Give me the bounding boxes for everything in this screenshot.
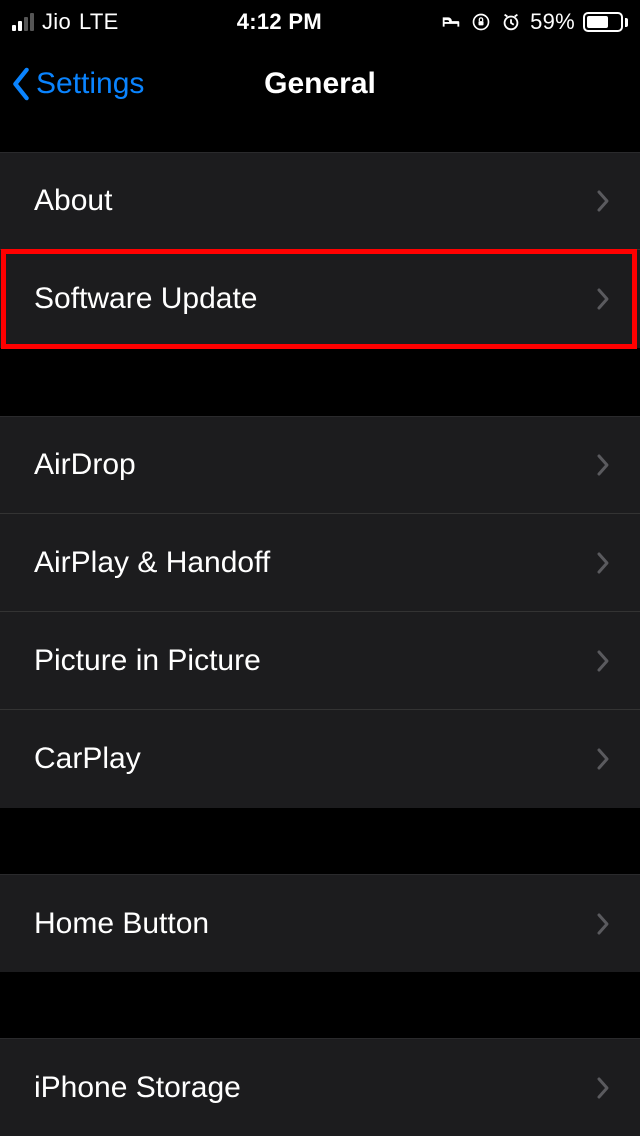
cell-iphone-storage[interactable]: iPhone Storage bbox=[0, 1038, 640, 1136]
back-label: Settings bbox=[36, 67, 144, 101]
cell-about[interactable]: About bbox=[0, 152, 640, 250]
nav-bar: Settings General bbox=[0, 44, 640, 124]
battery-icon bbox=[583, 12, 628, 32]
signal-icon bbox=[12, 13, 34, 31]
status-right: 59% bbox=[440, 9, 628, 35]
cell-label: CarPlay bbox=[34, 742, 596, 776]
clock: 4:12 PM bbox=[237, 9, 322, 35]
carrier-label: Jio bbox=[42, 9, 71, 35]
chevron-right-icon bbox=[596, 453, 610, 477]
cell-airplay-handoff[interactable]: AirPlay & Handoff bbox=[0, 514, 640, 612]
network-label: LTE bbox=[79, 9, 119, 35]
chevron-right-icon bbox=[596, 912, 610, 936]
group-separator bbox=[0, 972, 640, 1038]
cell-picture-in-picture[interactable]: Picture in Picture bbox=[0, 612, 640, 710]
cell-label: About bbox=[34, 184, 596, 218]
battery-percent: 59% bbox=[530, 9, 575, 35]
cell-carplay[interactable]: CarPlay bbox=[0, 710, 640, 808]
cell-label: Home Button bbox=[34, 907, 596, 941]
status-bar: Jio LTE 4:12 PM 59% bbox=[0, 0, 640, 44]
cell-label: Software Update bbox=[34, 282, 596, 316]
group-separator bbox=[0, 124, 640, 152]
chevron-left-icon bbox=[10, 67, 32, 101]
group-separator bbox=[0, 348, 640, 416]
page-title: General bbox=[264, 67, 376, 101]
alarm-icon bbox=[500, 11, 522, 33]
chevron-right-icon bbox=[596, 551, 610, 575]
cell-label: iPhone Storage bbox=[34, 1071, 596, 1105]
back-button[interactable]: Settings bbox=[10, 67, 144, 101]
chevron-right-icon bbox=[596, 189, 610, 213]
cell-home-button[interactable]: Home Button bbox=[0, 874, 640, 972]
cell-airdrop[interactable]: AirDrop bbox=[0, 416, 640, 514]
chevron-right-icon bbox=[596, 747, 610, 771]
chevron-right-icon bbox=[596, 649, 610, 673]
group-separator bbox=[0, 808, 640, 874]
orientation-lock-icon bbox=[470, 11, 492, 33]
chevron-right-icon bbox=[596, 1076, 610, 1100]
status-left: Jio LTE bbox=[12, 9, 119, 35]
cell-label: Picture in Picture bbox=[34, 644, 596, 678]
cell-label: AirPlay & Handoff bbox=[34, 546, 596, 580]
cell-software-update[interactable]: Software Update bbox=[0, 250, 640, 348]
cell-label: AirDrop bbox=[34, 448, 596, 482]
chevron-right-icon bbox=[596, 287, 610, 311]
bed-icon bbox=[440, 11, 462, 33]
